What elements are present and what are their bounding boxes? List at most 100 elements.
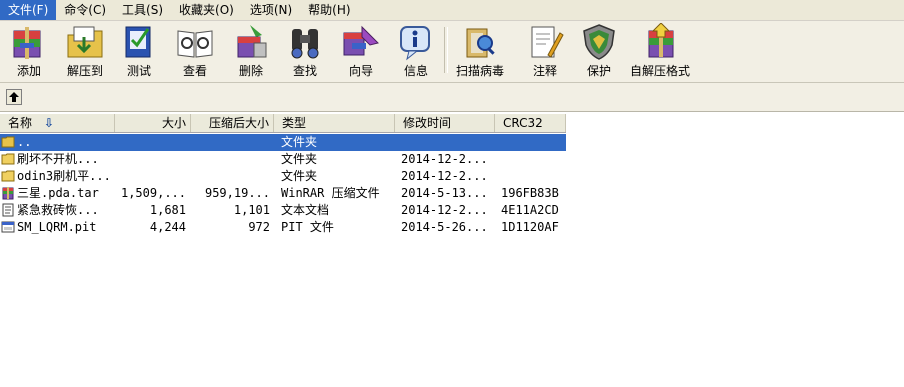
add-archive-icon	[13, 27, 41, 59]
find-button[interactable]: 查找	[284, 23, 326, 81]
file-name: 紧急救砖恢...	[17, 203, 99, 217]
scan-virus-icon	[466, 28, 495, 58]
file-packed-size	[190, 134, 270, 151]
file-crc	[501, 151, 565, 168]
toolbar-separator	[444, 27, 448, 73]
file-modified: 2014-12-2...	[401, 152, 488, 166]
column-header-size[interactable]: 大小	[115, 114, 191, 132]
text-document-icon	[2, 203, 14, 217]
comment-button[interactable]: 注释	[524, 23, 566, 81]
file-modified: 2014-12-2...	[401, 203, 488, 217]
column-modified-label: 修改时间	[403, 116, 452, 130]
pit-file-icon	[1, 221, 15, 233]
protect-button[interactable]: 保护	[578, 23, 620, 81]
column-name-label: 名称	[8, 116, 33, 130]
info-icon	[400, 26, 430, 61]
sfx-archive-icon	[648, 23, 674, 58]
wizard-button[interactable]: 向导	[340, 23, 382, 81]
file-list-header: 名称 ⇩ 大小 压缩后大小 类型 修改时间 CRC32	[0, 114, 566, 133]
comment-label: 注释	[532, 64, 557, 78]
file-crc: 196FB83B	[501, 186, 559, 200]
wizard-label: 向导	[348, 64, 373, 78]
file-name: SM_LQRM.pit	[17, 220, 97, 234]
menu-commands[interactable]: 命令(C)	[56, 0, 114, 20]
menu-tools[interactable]: 工具(S)	[114, 0, 171, 20]
view-book-icon	[177, 30, 213, 58]
view-label: 查看	[182, 64, 207, 78]
file-name: ..	[17, 135, 32, 149]
column-packed-label: 压缩后大小	[208, 116, 269, 130]
menu-favorites[interactable]: 收藏夹(O)	[171, 0, 242, 20]
test-label: 测试	[126, 64, 151, 78]
up-one-level-button[interactable]	[6, 89, 22, 105]
file-row[interactable]: 三星.pda.tar 1,509,... 959,19... WinRAR 压缩…	[0, 185, 566, 202]
column-header-modified[interactable]: 修改时间	[395, 114, 495, 132]
file-crc: 1D1120AF	[501, 220, 559, 234]
sort-down-arrow-icon: ⇩	[43, 116, 54, 130]
file-packed-size	[190, 168, 270, 185]
file-row[interactable]: 紧急救砖恢... 1,681 1,101 文本文档 2014-12-2... 4…	[0, 202, 566, 219]
file-modified: 2014-5-26...	[401, 220, 488, 234]
folder-icon	[1, 170, 15, 182]
file-type: PIT 文件	[281, 220, 334, 234]
file-size	[118, 168, 186, 185]
extract-to-button[interactable]: 解压到	[64, 23, 106, 81]
file-row[interactable]: 刷坏不开机... 文件夹 2014-12-2...	[0, 151, 566, 168]
file-crc	[501, 134, 565, 151]
file-name: 刷坏不开机...	[17, 152, 99, 166]
file-list: .. 文件夹 刷坏不开机... 文件夹 2014-12-2... odin3刷机…	[0, 134, 566, 236]
file-type: WinRAR 压缩文件	[281, 186, 380, 200]
column-size-label: 大小	[161, 116, 186, 130]
file-size	[118, 134, 186, 151]
file-name: odin3刷机平...	[17, 169, 111, 183]
file-size: 4,244	[149, 220, 186, 234]
extract-to-label: 解压到	[66, 64, 103, 78]
column-header-type[interactable]: 类型	[274, 114, 395, 132]
file-size	[118, 151, 186, 168]
column-type-label: 类型	[282, 116, 307, 130]
find-label: 查找	[292, 64, 317, 78]
menu-options[interactable]: 选项(N)	[242, 0, 300, 20]
delete-label: 删除	[238, 64, 263, 78]
file-type: 文本文档	[281, 203, 330, 217]
file-type: 文件夹	[281, 135, 318, 149]
column-header-packed[interactable]: 压缩后大小	[191, 114, 274, 132]
shield-icon	[583, 24, 615, 60]
column-header-name[interactable]: 名称 ⇩	[0, 114, 115, 132]
file-packed-size: 1,101	[233, 203, 270, 217]
file-row-parent[interactable]: .. 文件夹	[0, 134, 566, 151]
column-header-crc[interactable]: CRC32	[495, 114, 566, 132]
scan-virus-label: 扫描病毒	[456, 64, 505, 78]
sfx-label: 自解压格式	[630, 64, 691, 78]
file-packed-size: 972	[248, 220, 270, 234]
info-button[interactable]: 信息	[395, 23, 437, 81]
file-row[interactable]: odin3刷机平... 文件夹 2014-12-2...	[0, 168, 566, 185]
winrar-archive-icon	[2, 187, 14, 200]
folder-icon	[1, 153, 15, 165]
add-label: 添加	[16, 64, 41, 78]
file-size: 1,681	[149, 203, 186, 217]
file-type: 文件夹	[281, 169, 318, 183]
column-crc-label: CRC32	[503, 116, 543, 130]
wizard-icon	[343, 25, 379, 56]
delete-button[interactable]: 删除	[230, 23, 272, 81]
info-label: 信息	[403, 64, 428, 78]
file-modified: 2014-12-2...	[401, 169, 488, 183]
extract-folder-icon	[67, 26, 103, 58]
scan-virus-button[interactable]: 扫描病毒	[456, 23, 504, 81]
file-row[interactable]: SM_LQRM.pit 4,244 972 PIT 文件 2014-5-26..…	[0, 219, 566, 236]
test-button[interactable]: 测试	[118, 23, 160, 81]
toolbar: 添加 解压到 测试 查看 删除 查找 向导 信息 扫描病毒 注释 保护 自解压格…	[0, 21, 904, 83]
menu-bar: 文件(F) 命令(C) 工具(S) 收藏夹(O) 选项(N) 帮助(H)	[0, 0, 904, 21]
file-modified	[401, 134, 493, 151]
address-bar	[0, 83, 904, 112]
sfx-button[interactable]: 自解压格式	[630, 23, 690, 81]
file-crc: 4E11A2CD	[501, 203, 559, 217]
menu-help[interactable]: 帮助(H)	[300, 0, 358, 20]
view-button[interactable]: 查看	[174, 23, 216, 81]
file-type: 文件夹	[281, 152, 318, 166]
binoculars-icon	[291, 29, 319, 59]
menu-file[interactable]: 文件(F)	[0, 0, 57, 20]
add-button[interactable]: 添加	[8, 23, 50, 81]
file-size: 1,509,...	[120, 186, 186, 200]
